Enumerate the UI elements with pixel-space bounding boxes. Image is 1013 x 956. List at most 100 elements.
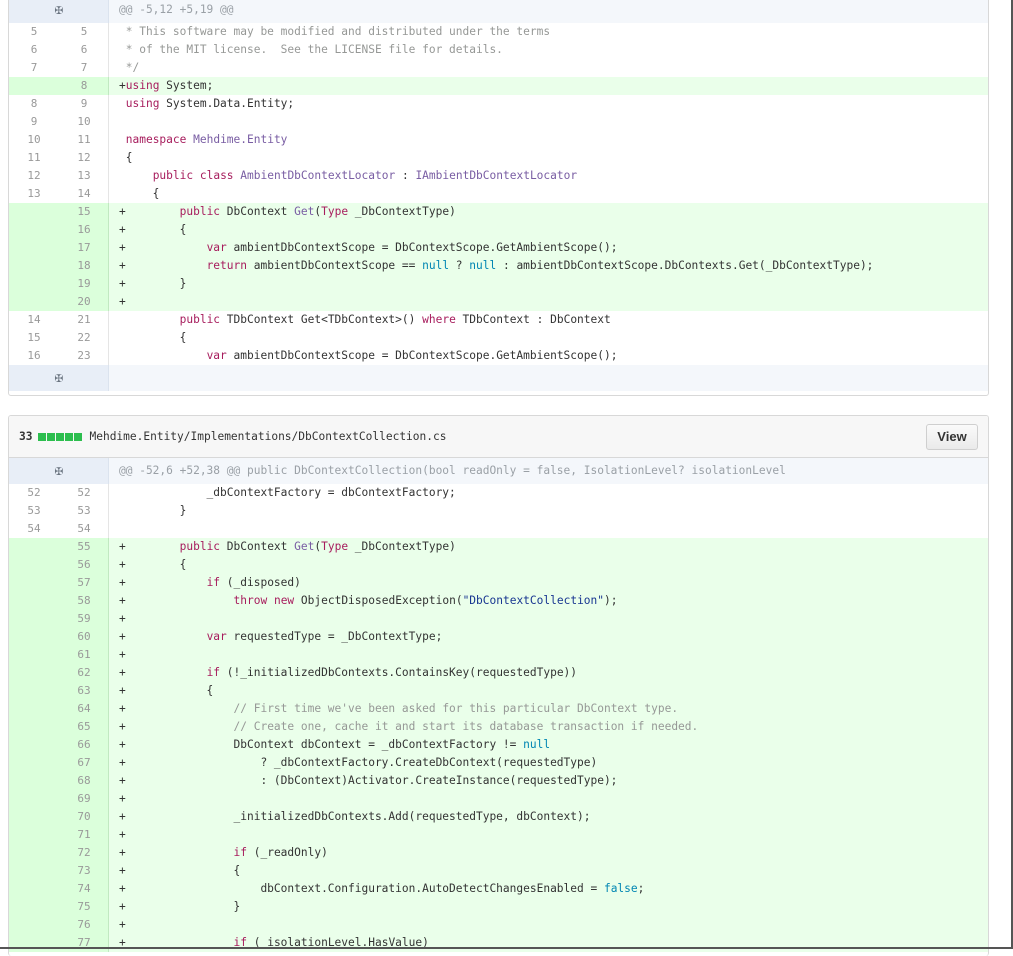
old-line-number[interactable]: 11 <box>9 149 59 167</box>
old-line-number[interactable]: 8 <box>9 95 59 113</box>
old-line-number[interactable] <box>9 203 59 221</box>
old-line-number[interactable] <box>9 239 59 257</box>
new-line-number[interactable]: 60 <box>59 628 109 646</box>
new-line-number[interactable]: 13 <box>59 167 109 185</box>
old-line-number[interactable] <box>9 880 59 898</box>
old-line-number[interactable] <box>9 862 59 880</box>
old-line-number[interactable] <box>9 628 59 646</box>
new-line-number[interactable]: 23 <box>59 347 109 365</box>
old-line-number[interactable] <box>9 682 59 700</box>
old-line-number[interactable] <box>9 898 59 916</box>
new-line-number[interactable]: 10 <box>59 113 109 131</box>
old-line-number[interactable] <box>9 826 59 844</box>
new-line-number[interactable]: 18 <box>59 257 109 275</box>
new-line-number[interactable]: 58 <box>59 592 109 610</box>
new-line-number[interactable]: 61 <box>59 646 109 664</box>
expand-icon[interactable]: ✠ <box>9 0 109 23</box>
old-line-number[interactable]: 12 <box>9 167 59 185</box>
old-line-number[interactable] <box>9 844 59 862</box>
old-line-number[interactable] <box>9 610 59 628</box>
old-line-number[interactable]: 54 <box>9 520 59 538</box>
old-line-number[interactable] <box>9 790 59 808</box>
old-line-number[interactable] <box>9 257 59 275</box>
old-line-number[interactable] <box>9 275 59 293</box>
new-line-number[interactable]: 71 <box>59 826 109 844</box>
old-line-number[interactable] <box>9 664 59 682</box>
new-line-number[interactable]: 59 <box>59 610 109 628</box>
old-line-number[interactable] <box>9 934 59 952</box>
old-line-number[interactable]: 14 <box>9 311 59 329</box>
new-line-number[interactable]: 72 <box>59 844 109 862</box>
new-line-number[interactable]: 8 <box>59 77 109 95</box>
old-line-number[interactable]: 6 <box>9 41 59 59</box>
old-line-number[interactable] <box>9 808 59 826</box>
old-line-number[interactable] <box>9 700 59 718</box>
old-line-number[interactable] <box>9 77 59 95</box>
new-line-number[interactable]: 55 <box>59 538 109 556</box>
code-text: + { <box>119 684 214 697</box>
view-button[interactable]: View <box>926 423 978 450</box>
new-line-number[interactable]: 9 <box>59 95 109 113</box>
new-line-number[interactable]: 76 <box>59 916 109 934</box>
new-line-number[interactable]: 64 <box>59 700 109 718</box>
new-line-number[interactable]: 16 <box>59 221 109 239</box>
old-line-number[interactable]: 5 <box>9 23 59 41</box>
new-line-number[interactable]: 5 <box>59 23 109 41</box>
new-line-number[interactable]: 56 <box>59 556 109 574</box>
old-line-number[interactable]: 16 <box>9 347 59 365</box>
expand-row[interactable]: ✠ <box>9 365 988 391</box>
old-line-number[interactable] <box>9 556 59 574</box>
old-line-number[interactable] <box>9 293 59 311</box>
old-line-number[interactable] <box>9 916 59 934</box>
old-line-number[interactable] <box>9 718 59 736</box>
new-line-number[interactable]: 67 <box>59 754 109 772</box>
new-line-number[interactable]: 63 <box>59 682 109 700</box>
expand-icon[interactable]: ✠ <box>9 365 109 391</box>
new-line-number[interactable]: 20 <box>59 293 109 311</box>
diff-line-added: 73 + { <box>9 862 988 880</box>
new-line-number[interactable]: 54 <box>59 520 109 538</box>
old-line-number[interactable] <box>9 538 59 556</box>
old-line-number[interactable] <box>9 646 59 664</box>
old-line-number[interactable]: 52 <box>9 484 59 502</box>
old-line-number[interactable]: 10 <box>9 131 59 149</box>
new-line-number[interactable]: 11 <box>59 131 109 149</box>
old-line-number[interactable]: 53 <box>9 502 59 520</box>
old-line-number[interactable] <box>9 592 59 610</box>
old-line-number[interactable]: 15 <box>9 329 59 347</box>
new-line-number[interactable]: 75 <box>59 898 109 916</box>
new-line-number[interactable]: 6 <box>59 41 109 59</box>
old-line-number[interactable] <box>9 772 59 790</box>
old-line-number[interactable] <box>9 736 59 754</box>
old-line-number[interactable] <box>9 754 59 772</box>
new-line-number[interactable]: 66 <box>59 736 109 754</box>
new-line-number[interactable]: 17 <box>59 239 109 257</box>
new-line-number[interactable]: 22 <box>59 329 109 347</box>
new-line-number[interactable]: 19 <box>59 275 109 293</box>
new-line-number[interactable]: 74 <box>59 880 109 898</box>
new-line-number[interactable]: 53 <box>59 502 109 520</box>
code-text: + if (_isolationLevel.HasValue) <box>119 936 429 949</box>
file-path[interactable]: Mehdime.Entity/Implementations/DbContext… <box>89 430 926 443</box>
new-line-number[interactable]: 52 <box>59 484 109 502</box>
diff-line-context: 13 14 { <box>9 185 988 203</box>
new-line-number[interactable]: 62 <box>59 664 109 682</box>
old-line-number[interactable]: 9 <box>9 113 59 131</box>
old-line-number[interactable] <box>9 574 59 592</box>
new-line-number[interactable]: 15 <box>59 203 109 221</box>
new-line-number[interactable]: 69 <box>59 790 109 808</box>
expand-icon[interactable]: ✠ <box>9 458 109 484</box>
old-line-number[interactable]: 13 <box>9 185 59 203</box>
new-line-number[interactable]: 21 <box>59 311 109 329</box>
new-line-number[interactable]: 73 <box>59 862 109 880</box>
new-line-number[interactable]: 77 <box>59 934 109 952</box>
new-line-number[interactable]: 70 <box>59 808 109 826</box>
new-line-number[interactable]: 68 <box>59 772 109 790</box>
new-line-number[interactable]: 65 <box>59 718 109 736</box>
new-line-number[interactable]: 14 <box>59 185 109 203</box>
old-line-number[interactable]: 7 <box>9 59 59 77</box>
old-line-number[interactable] <box>9 221 59 239</box>
new-line-number[interactable]: 57 <box>59 574 109 592</box>
new-line-number[interactable]: 7 <box>59 59 109 77</box>
new-line-number[interactable]: 12 <box>59 149 109 167</box>
